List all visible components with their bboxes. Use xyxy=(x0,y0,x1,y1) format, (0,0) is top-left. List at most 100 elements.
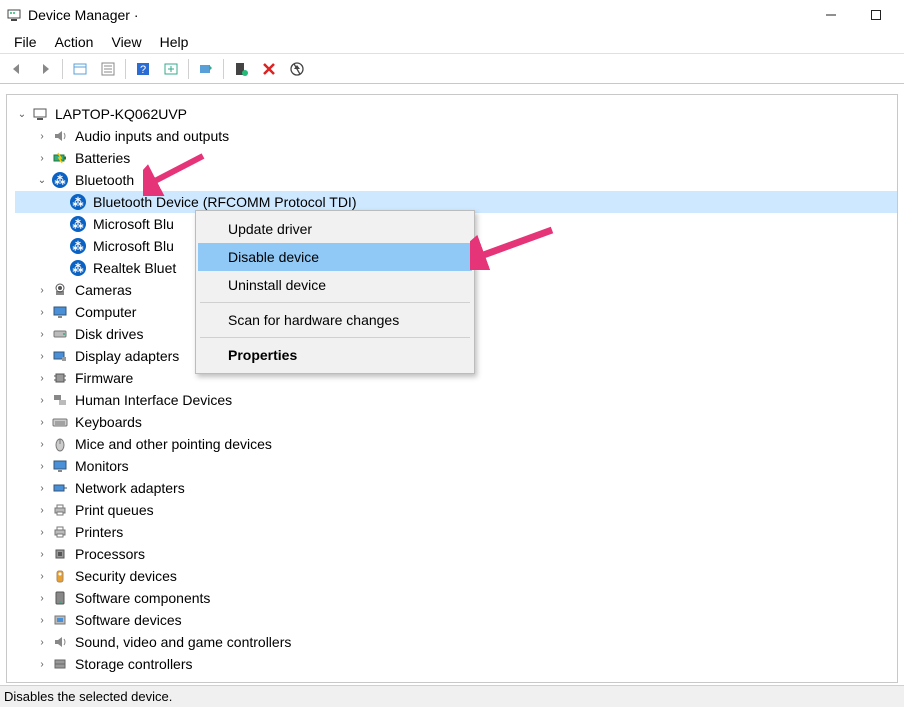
menu-file[interactable]: File xyxy=(6,32,45,52)
chevron-right-icon[interactable]: › xyxy=(35,569,49,583)
tree-label: Processors xyxy=(75,546,145,562)
tree-row-softcomp[interactable]: › Software components xyxy=(15,587,897,609)
tree-row-hid[interactable]: › Human Interface Devices xyxy=(15,389,897,411)
tree-label: Sound, video and game controllers xyxy=(75,634,291,650)
chevron-right-icon[interactable]: › xyxy=(35,481,49,495)
tree-row-mice[interactable]: › Mice and other pointing devices xyxy=(15,433,897,455)
chevron-right-icon[interactable]: › xyxy=(35,349,49,363)
toolbar-disable-button[interactable] xyxy=(284,57,310,81)
chevron-right-icon[interactable]: › xyxy=(35,305,49,319)
toolbar-properties-button[interactable] xyxy=(95,57,121,81)
battery-icon xyxy=(51,149,69,167)
chevron-right-icon[interactable]: › xyxy=(35,503,49,517)
chevron-right-icon[interactable]: › xyxy=(35,151,49,165)
chevron-right-icon[interactable]: › xyxy=(35,459,49,473)
toolbar-help-button[interactable]: ? xyxy=(130,57,156,81)
printer-icon xyxy=(51,501,69,519)
tree-label: Disk drives xyxy=(75,326,143,342)
printer-icon xyxy=(51,523,69,541)
software-component-icon xyxy=(51,589,69,607)
chevron-right-icon[interactable]: › xyxy=(35,657,49,671)
toolbar-uninstall-button[interactable] xyxy=(256,57,282,81)
tree-label: Network adapters xyxy=(75,480,185,496)
ctx-properties[interactable]: Properties xyxy=(198,341,472,369)
chevron-down-icon[interactable]: ⌄ xyxy=(15,107,29,121)
ctx-uninstall-device[interactable]: Uninstall device xyxy=(198,271,472,299)
tree-row-storage[interactable]: › Storage controllers xyxy=(15,653,897,675)
chevron-right-icon[interactable]: › xyxy=(35,437,49,451)
device-tree[interactable]: ⌄ LAPTOP-KQ062UVP › Audio inputs and out… xyxy=(6,94,898,683)
bluetooth-icon: ⁂ xyxy=(51,171,69,189)
tree-row-network[interactable]: › Network adapters xyxy=(15,477,897,499)
chevron-right-icon[interactable]: › xyxy=(35,415,49,429)
tree-row-keyboards[interactable]: › Keyboards xyxy=(15,411,897,433)
chevron-right-icon[interactable]: › xyxy=(35,591,49,605)
tree-label: Realtek Bluet xyxy=(93,260,176,276)
tree-label: Security devices xyxy=(75,568,177,584)
tree-label: Computer xyxy=(75,304,136,320)
toolbar-separator xyxy=(188,59,189,79)
titlebar: Device Manager · xyxy=(0,0,904,30)
statusbar: Disables the selected device. xyxy=(0,685,904,707)
tree-label: Bluetooth xyxy=(75,172,134,188)
toolbar-separator xyxy=(223,59,224,79)
context-menu: Update driver Disable device Uninstall d… xyxy=(195,210,475,374)
software-device-icon xyxy=(51,611,69,629)
bluetooth-icon: ⁂ xyxy=(69,193,87,211)
toolbar-show-hidden-button[interactable] xyxy=(67,57,93,81)
menu-action[interactable]: Action xyxy=(47,32,102,52)
tree-row-audio[interactable]: › Audio inputs and outputs xyxy=(15,125,897,147)
tree-row-security[interactable]: › Security devices xyxy=(15,565,897,587)
ctx-update-driver[interactable]: Update driver xyxy=(198,215,472,243)
tree-label: Firmware xyxy=(75,370,133,386)
computer-icon xyxy=(31,105,49,123)
chevron-right-icon[interactable]: › xyxy=(35,129,49,143)
chevron-right-icon[interactable]: › xyxy=(35,327,49,341)
tree-label: Monitors xyxy=(75,458,129,474)
tree-row-monitors[interactable]: › Monitors xyxy=(15,455,897,477)
tree-row-softdev[interactable]: › Software devices xyxy=(15,609,897,631)
chevron-right-icon[interactable]: › xyxy=(35,635,49,649)
tree-row-processors[interactable]: › Processors xyxy=(15,543,897,565)
chevron-right-icon[interactable]: › xyxy=(35,283,49,297)
chevron-down-icon[interactable]: ⌄ xyxy=(35,173,49,187)
svg-text:?: ? xyxy=(140,64,146,76)
tree-label: Cameras xyxy=(75,282,132,298)
tree-label: Storage controllers xyxy=(75,656,193,672)
toolbar-update-driver-button[interactable] xyxy=(193,57,219,81)
toolbar-enable-button[interactable] xyxy=(228,57,254,81)
tree-row-root[interactable]: ⌄ LAPTOP-KQ062UVP xyxy=(15,103,897,125)
menu-help[interactable]: Help xyxy=(152,32,197,52)
chevron-right-icon[interactable]: › xyxy=(35,393,49,407)
ctx-disable-device[interactable]: Disable device xyxy=(198,243,472,271)
security-icon xyxy=(51,567,69,585)
toolbar-back-button[interactable] xyxy=(4,57,30,81)
chevron-right-icon[interactable]: › xyxy=(35,371,49,385)
toolbar-scan-button[interactable] xyxy=(158,57,184,81)
tree-label: Human Interface Devices xyxy=(75,392,232,408)
speaker-icon xyxy=(51,127,69,145)
tree-label: Software components xyxy=(75,590,210,606)
chevron-right-icon[interactable]: › xyxy=(35,547,49,561)
statusbar-text: Disables the selected device. xyxy=(4,689,172,704)
tree-label: Display adapters xyxy=(75,348,179,364)
tree-row-printers[interactable]: › Printers xyxy=(15,521,897,543)
bluetooth-icon: ⁂ xyxy=(69,237,87,255)
toolbar-forward-button[interactable] xyxy=(32,57,58,81)
display-adapter-icon xyxy=(51,347,69,365)
menu-view[interactable]: View xyxy=(103,32,149,52)
monitor-icon xyxy=(51,303,69,321)
network-icon xyxy=(51,479,69,497)
ctx-scan-hardware[interactable]: Scan for hardware changes xyxy=(198,306,472,334)
window-title: Device Manager · xyxy=(28,7,139,23)
minimize-button[interactable] xyxy=(808,0,853,30)
tree-row-printqueues[interactable]: › Print queues xyxy=(15,499,897,521)
tree-label: Print queues xyxy=(75,502,154,518)
disk-icon xyxy=(51,325,69,343)
maximize-button[interactable] xyxy=(853,0,898,30)
toolbar-separator xyxy=(125,59,126,79)
chevron-right-icon[interactable]: › xyxy=(35,525,49,539)
chevron-right-icon[interactable]: › xyxy=(35,613,49,627)
tree-label: Software devices xyxy=(75,612,182,628)
tree-row-sound[interactable]: › Sound, video and game controllers xyxy=(15,631,897,653)
